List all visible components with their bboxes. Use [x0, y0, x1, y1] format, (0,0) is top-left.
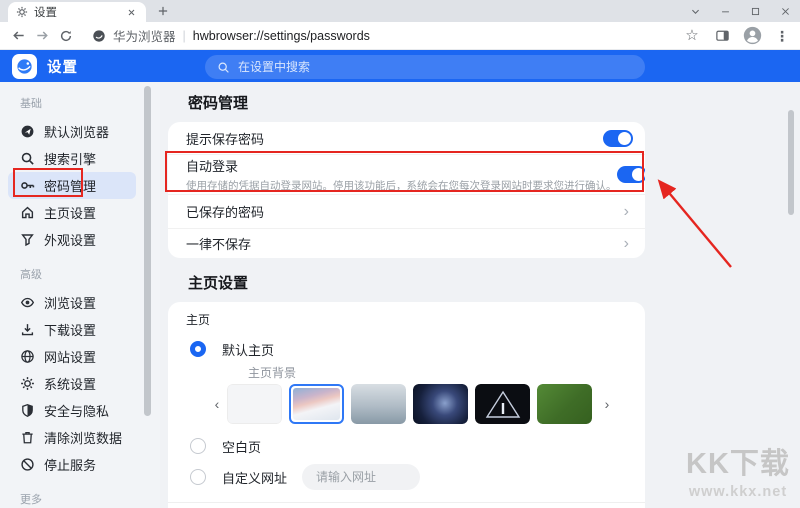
trash-icon [20, 430, 35, 445]
sidebar-section-more: 更多 [20, 494, 42, 506]
chevron-right-icon: › [623, 234, 629, 252]
wallpaper-thumbnail-forest[interactable] [537, 384, 592, 424]
back-icon[interactable] [6, 24, 30, 48]
download-icon [20, 322, 35, 337]
sidebar-item-clear-data[interactable]: 清除浏览数据 [8, 424, 136, 451]
radio-selected[interactable] [190, 341, 206, 357]
gear-icon [16, 6, 28, 18]
save-password-prompt-row[interactable]: 提示保存密码 [168, 122, 645, 154]
carousel-next-icon[interactable]: › [602, 396, 612, 412]
default-browser-icon [20, 124, 35, 139]
new-tab-button[interactable] [152, 0, 174, 22]
content-scrollbar[interactable] [788, 110, 794, 215]
radio-unselected[interactable] [190, 469, 206, 485]
settings-main-panel: 密码管理 提示保存密码 自动登录 使用存储的凭据自动登录网站。停用该功能后，系统… [160, 82, 800, 508]
wallpaper-thumbnail-triangle-tunnel[interactable] [475, 384, 530, 424]
sidebar-item-downloads[interactable]: 下载设置 [8, 316, 136, 343]
gear-icon [20, 376, 35, 391]
blank-page-option[interactable]: 空白页 [190, 437, 645, 455]
auto-login-description: 使用存储的凭据自动登录网站。停用该功能后，系统会在您每次登录网站时要求您进行确认… [186, 180, 617, 192]
filter-funnel-icon [20, 232, 35, 247]
sidebar-item-browsing[interactable]: 浏览设置 [8, 289, 136, 316]
chevron-right-icon: › [623, 202, 629, 220]
sidebar-item-website[interactable]: 网站设置 [8, 343, 136, 370]
homepage-group-label: 主页 [186, 313, 211, 327]
bookmark-star-icon[interactable]: ☆ [680, 24, 704, 48]
address-toolbar: 华为浏览器 | hwbrowser://settings/passwords ☆… [0, 22, 800, 50]
homepage-section-title: 主页设置 [188, 275, 249, 292]
wallpaper-thumbnail-misty-mountains[interactable] [351, 384, 406, 424]
huawei-browser-logo-icon [12, 53, 37, 79]
wallpaper-thumbnail-snow-mountain[interactable] [289, 384, 344, 424]
globe-icon [20, 349, 35, 364]
sidebar-section-basic: 基础 [20, 98, 42, 110]
page-title: 设置 [47, 59, 78, 76]
custom-url-input[interactable] [302, 464, 421, 490]
key-icon [20, 178, 35, 193]
custom-url-option[interactable]: 自定义网址 [190, 464, 645, 490]
search-engine-icon [20, 151, 35, 166]
wallpaper-thumbnail-blank[interactable] [227, 384, 282, 424]
url-separator: | [182, 28, 186, 43]
tab-search-icon[interactable] [680, 0, 710, 22]
eye-icon [20, 295, 35, 310]
tab-title: 设置 [34, 7, 57, 19]
sidebar-item-stop-service[interactable]: 停止服务 [8, 451, 136, 478]
site-logo-icon [92, 29, 106, 43]
search-input[interactable] [238, 60, 633, 74]
settings-search-box[interactable] [205, 55, 645, 79]
shield-icon [20, 403, 35, 418]
home-icon [20, 205, 35, 220]
address-bar[interactable]: 华为浏览器 | hwbrowser://settings/passwords [92, 26, 680, 45]
maximize-button[interactable] [740, 0, 770, 22]
homepage-background-label: 主页背景 [248, 366, 297, 380]
sidebar-item-appearance[interactable]: 外观设置 [8, 226, 136, 253]
browser-tab-settings[interactable]: 设置 [8, 2, 146, 22]
tab-strip: 设置 [0, 0, 800, 22]
forward-icon[interactable] [30, 24, 54, 48]
sidebar-item-default-browser[interactable]: 默认浏览器 [8, 118, 136, 145]
settings-header: 设置 [0, 50, 800, 82]
sidebar-item-search-engine[interactable]: 搜索引擎 [8, 145, 136, 172]
browser-menu-icon[interactable]: ⋮ [770, 24, 794, 48]
profile-avatar[interactable] [740, 24, 764, 48]
sidebar-item-homepage[interactable]: 主页设置 [8, 199, 136, 226]
site-name-label: 华为浏览器 [113, 30, 176, 44]
search-icon [217, 61, 230, 74]
carousel-prev-icon[interactable]: ‹ [212, 396, 222, 412]
wallpaper-thumbnail-planet[interactable] [413, 384, 468, 424]
save-password-toggle[interactable] [603, 129, 633, 147]
saved-passwords-row[interactable]: 已保存的密码 › [168, 194, 645, 228]
password-settings-card: 提示保存密码 自动登录 使用存储的凭据自动登录网站。停用该功能后，系统会在您每次… [168, 122, 645, 258]
radio-unselected[interactable] [190, 438, 206, 454]
divider [168, 502, 645, 503]
reload-icon[interactable] [54, 24, 78, 48]
settings-sidebar: 基础 默认浏览器 搜索引擎 密码管理 主页设置 外观设置 高级 浏览设置 下载设… [0, 82, 160, 508]
sidebar-item-password-manager[interactable]: 密码管理 [8, 172, 136, 199]
sidebar-item-system[interactable]: 系统设置 [8, 370, 136, 397]
prohibition-icon [20, 457, 35, 472]
background-carousel: ‹ › [212, 384, 645, 424]
side-panel-icon[interactable] [710, 24, 734, 48]
minimize-button[interactable] [710, 0, 740, 22]
url-text: hwbrowser://settings/passwords [192, 28, 370, 43]
sidebar-section-advanced: 高级 [20, 269, 42, 281]
close-window-button[interactable] [770, 0, 800, 22]
default-homepage-option[interactable]: 默认主页 [190, 340, 645, 358]
sidebar-scrollbar[interactable] [144, 86, 151, 416]
tab-close-icon[interactable] [124, 5, 138, 19]
auto-login-row[interactable]: 自动登录 使用存储的凭据自动登录网站。停用该功能后，系统会在您每次登录网站时要求… [168, 154, 645, 194]
homepage-settings-card: 主页 默认主页 主页背景 ‹ › 空白页 自定义网址 请输入网址 [168, 302, 645, 508]
never-save-row[interactable]: 一律不保存 › [168, 228, 645, 258]
auto-login-toggle[interactable] [616, 166, 645, 183]
sidebar-item-security-privacy[interactable]: 安全与隐私 [8, 397, 136, 424]
password-section-title: 密码管理 [188, 95, 249, 112]
